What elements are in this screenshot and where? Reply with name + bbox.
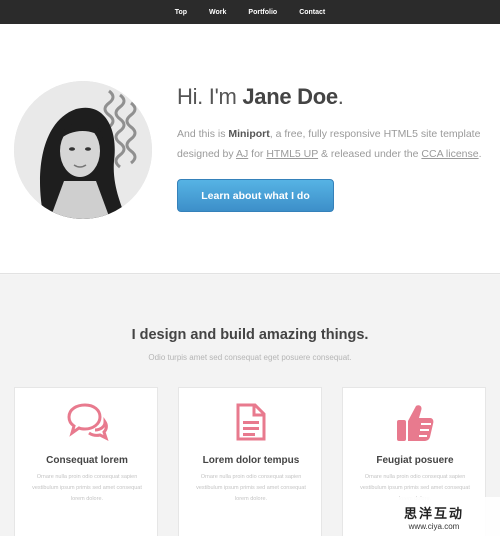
thumbs-up-icon	[397, 405, 434, 441]
watermark-text: 思洋互动	[403, 505, 464, 521]
learn-more-button[interactable]: Learn about what I do	[177, 179, 334, 212]
feature-card-title: Feugiat posuere	[376, 455, 454, 466]
license-link[interactable]: CCA license	[421, 148, 478, 160]
feature-card-text: Ornare nulla proin odio consequat sapien…	[32, 474, 142, 502]
hero-intro: And this is Miniport, a free, fully resp…	[177, 128, 482, 160]
avatar	[14, 81, 152, 219]
feature-card: Lorem dolor tempus Ornare nulla proin od…	[178, 387, 322, 536]
features-subtitle: Odio turpis amet sed consequat eget posu…	[148, 353, 352, 362]
watermark: 思洋互动 www.ciya.com	[368, 497, 500, 536]
hero-section: Hi. I'm Jane Doe. And this is Miniport, …	[0, 24, 500, 274]
feature-card-text: Ornare nulla proin odio consequat sapien…	[196, 474, 306, 502]
nav-link-contact[interactable]: Contact	[297, 9, 327, 16]
feature-card: Consequat lorem Ornare nulla proin odio …	[14, 387, 158, 536]
hero-name: Jane Doe	[242, 84, 338, 109]
feature-card-title: Lorem dolor tempus	[202, 455, 300, 466]
brand-name: Miniport	[228, 128, 270, 140]
feature-card-title: Consequat lorem	[46, 455, 128, 466]
nav-link-portfolio[interactable]: Portfolio	[246, 9, 279, 16]
nav-link-top[interactable]: Top	[173, 9, 189, 16]
author-link[interactable]: AJ	[236, 148, 248, 160]
nav-link-work[interactable]: Work	[207, 9, 228, 16]
speech-bubbles-icon	[67, 403, 109, 441]
hero-heading: Hi. I'm Jane Doe.	[177, 84, 344, 109]
top-navigation: Top Work Portfolio Contact	[0, 0, 500, 24]
portrait-image	[14, 81, 152, 219]
document-icon	[236, 403, 266, 441]
watermark-url: www.ciya.com	[408, 521, 460, 531]
html5up-link[interactable]: HTML5 UP	[266, 148, 318, 160]
features-title: I design and build amazing things.	[131, 327, 369, 343]
